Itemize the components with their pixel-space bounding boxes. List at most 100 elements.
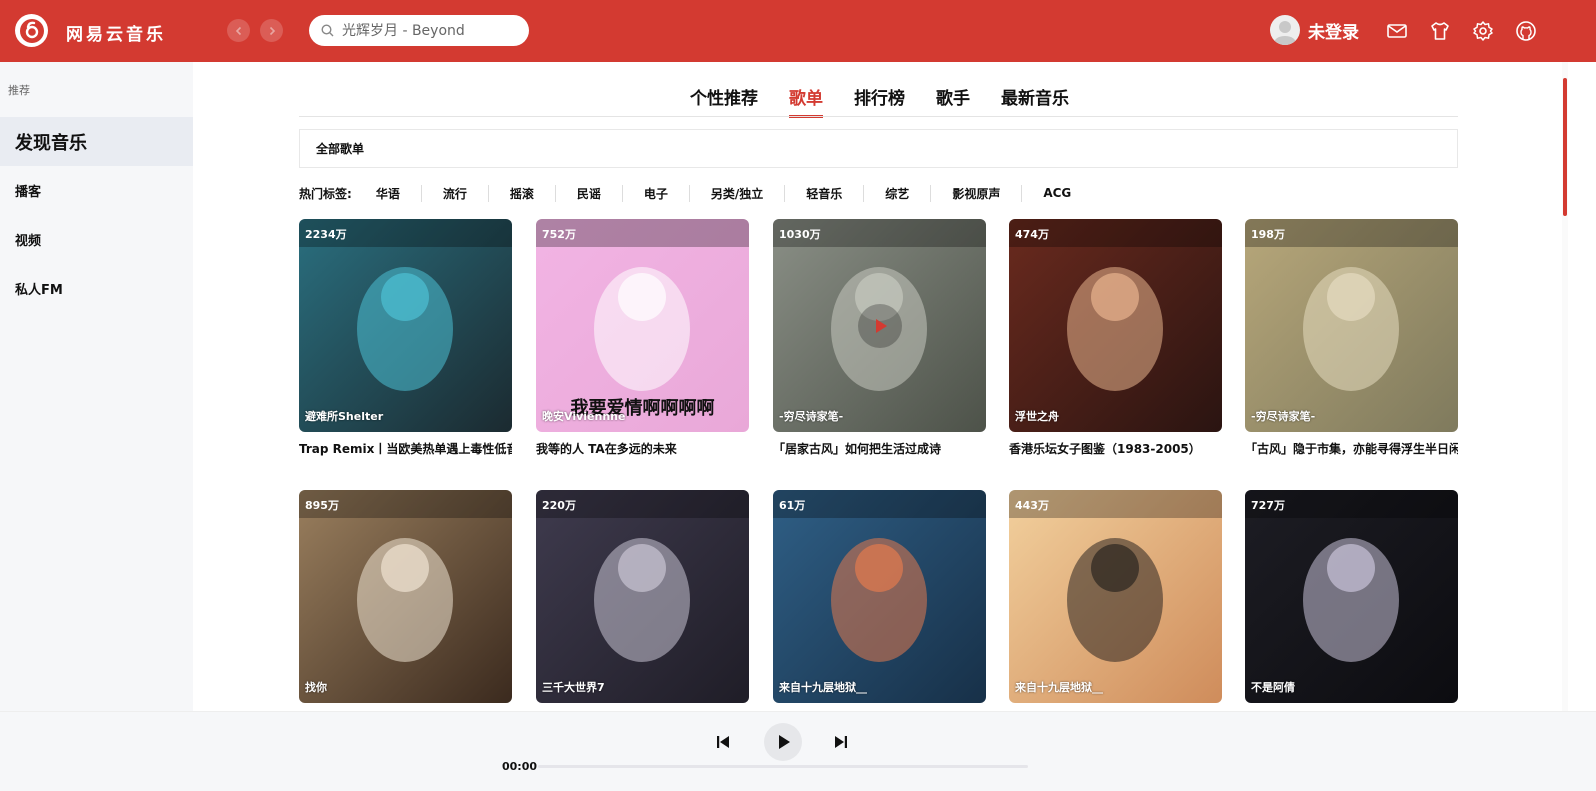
playlist-cover[interactable]: 895万 找你 (299, 490, 512, 703)
user-icon (1274, 21, 1296, 45)
play-button[interactable] (764, 723, 802, 761)
playlist-author: 浮世之舟 (1015, 410, 1059, 423)
tag-item[interactable]: 另类/独立 (690, 184, 786, 202)
tag-item[interactable]: 影视原声 (931, 184, 1023, 202)
tag-item[interactable]: 流行 (422, 184, 489, 202)
playlist-author: 不是阿倩 (1251, 681, 1295, 694)
playlist-cover[interactable]: 474万 浮世之舟 (1009, 219, 1222, 432)
tab-bar: 个性推荐 歌单 排行榜 歌手 最新音乐 (680, 84, 1100, 118)
skip-previous-icon (717, 736, 729, 748)
github-button[interactable] (1514, 19, 1538, 43)
search-input[interactable] (342, 22, 512, 39)
playlist-author: 找你 (305, 681, 327, 694)
previous-button[interactable] (712, 731, 734, 753)
scrollbar-thumb[interactable] (1563, 78, 1567, 216)
tag-item[interactable]: 民谣 (556, 184, 623, 202)
playlist-cover[interactable]: 2234万 避难所Shelter (299, 219, 512, 432)
play-count: 2234万 (299, 219, 512, 247)
forward-button[interactable] (260, 19, 283, 42)
github-icon (1516, 21, 1536, 41)
playlist-card[interactable]: 198万 -穷尽诗家笔- 「古风」隐于市集，亦能寻得浮生半日闲 (1245, 219, 1458, 457)
back-button[interactable] (227, 19, 250, 42)
play-count: 61万 (773, 490, 986, 518)
play-count: 220万 (536, 490, 749, 518)
user-login[interactable]: 未登录 (1270, 15, 1359, 45)
playlist-card[interactable]: 474万 浮世之舟香港乐坛女子图鉴（1983-2005） (1009, 219, 1222, 457)
sidebar-item-podcast[interactable]: 播客 (0, 166, 193, 215)
tag-item[interactable]: 综艺 (864, 184, 932, 202)
playlist-cover[interactable]: 220万 三千大世界7 (536, 490, 749, 703)
sidebar-item-private-fm[interactable]: 私人FM (0, 264, 193, 313)
cover-image (299, 219, 512, 432)
playlist-title[interactable]: 我等的人 TA在多远的未来 (536, 440, 749, 457)
netease-logo-icon (19, 18, 44, 43)
settings-button[interactable] (1471, 19, 1495, 43)
playlist-author: -穷尽诗家笔- (779, 410, 844, 423)
cover-image (1009, 490, 1222, 703)
playlist-author: 来自十九层地狱__ (779, 681, 867, 694)
app-name: 网易云音乐 (66, 25, 166, 45)
all-playlists-button[interactable]: 全部歌单 (299, 129, 1458, 168)
playlist-cover[interactable]: 443万 来自十九层地狱__ (1009, 490, 1222, 703)
cover-image (299, 490, 512, 703)
playlist-card[interactable]: 220万 三千大世界7 (536, 490, 749, 703)
tag-item[interactable]: 电子 (623, 184, 690, 202)
play-count: 1030万 (773, 219, 986, 247)
sidebar-item-discover-music[interactable]: 发现音乐 (0, 117, 193, 166)
playlist-author: 来自十九层地狱__ (1015, 681, 1103, 694)
tab-divider (299, 116, 1458, 117)
sidebar-item-video[interactable]: 视频 (0, 215, 193, 264)
all-playlists-label: 全部歌单 (316, 142, 365, 156)
tab-recommend[interactable]: 个性推荐 (690, 84, 758, 118)
tab-playlists[interactable]: 歌单 (789, 84, 823, 118)
playlist-cover[interactable]: 1030万 -穷尽诗家笔- (773, 219, 986, 432)
mail-button[interactable] (1385, 19, 1409, 43)
playlist-cover[interactable]: 61万来自十九层地狱__ (773, 490, 986, 703)
playlist-title[interactable]: 香港乐坛女子图鉴（1983-2005） (1009, 440, 1222, 457)
playlist-cover[interactable]: 752万 我要爱情啊啊啊啊 晚安Viviennne (536, 219, 749, 432)
tab-new-music[interactable]: 最新音乐 (1001, 84, 1069, 118)
mail-icon (1387, 24, 1407, 38)
playlist-card[interactable]: 1030万 -穷尽诗家笔- 「居家古风」如何把生活过成诗 (773, 219, 986, 457)
cover-image (1009, 219, 1222, 432)
current-time: 00:00 (502, 760, 538, 773)
shirt-icon (1431, 22, 1449, 40)
tab-artists[interactable]: 歌手 (936, 84, 970, 118)
playlist-cover[interactable]: 727万不是阿倩 (1245, 490, 1458, 703)
playlist-title[interactable]: 「居家古风」如何把生活过成诗 (773, 440, 986, 457)
playlist-title[interactable]: 「古风」隐于市集，亦能寻得浮生半日闲 (1245, 440, 1458, 457)
skin-button[interactable] (1428, 19, 1452, 43)
search-box[interactable] (309, 15, 529, 46)
tag-item[interactable]: ACG (1022, 186, 1092, 200)
hot-tags-label: 热门标签: (299, 186, 352, 201)
next-button[interactable] (830, 731, 852, 753)
playlist-cover[interactable]: 198万 -穷尽诗家笔- (1245, 219, 1458, 432)
cover-image (773, 490, 986, 703)
sidebar-section-title: 推荐 (8, 84, 30, 97)
play-count: 752万 (536, 219, 749, 247)
play-icon (876, 319, 887, 333)
play-count: 198万 (1245, 219, 1458, 247)
cover-image (536, 490, 749, 703)
player-bar: 00:00 (0, 711, 1596, 791)
playlist-author: -穷尽诗家笔- (1251, 410, 1316, 423)
cover-play-button[interactable] (858, 304, 902, 348)
app-logo[interactable] (15, 14, 48, 47)
playlist-title[interactable]: Trap Remix丨当欧美热单遇上毒性低音 (299, 440, 512, 457)
cover-image (1245, 490, 1458, 703)
play-count: 727万 (1245, 490, 1458, 518)
tag-item[interactable]: 华语 (366, 184, 422, 202)
playlist-card[interactable]: 2234万 避难所Shelter Trap Remix丨当欧美热单遇上毒性低音 (299, 219, 512, 457)
avatar (1270, 15, 1300, 45)
playlist-card[interactable]: 727万不是阿倩 (1245, 490, 1458, 703)
tag-item[interactable]: 轻音乐 (785, 184, 865, 202)
playlist-card[interactable]: 895万 找你 (299, 490, 512, 703)
playlist-card[interactable]: 443万 来自十九层地狱__ (1009, 490, 1222, 703)
progress-bar[interactable] (538, 765, 1028, 768)
playlist-card[interactable]: 61万来自十九层地狱__ (773, 490, 986, 703)
hot-tags: 热门标签: 华语 流行 摇滚 民谣 电子 另类/独立 轻音乐 综艺 影视原声 A… (299, 183, 1092, 203)
tag-item[interactable]: 摇滚 (489, 184, 556, 202)
tab-charts[interactable]: 排行榜 (854, 84, 905, 118)
playlist-card[interactable]: 752万 我要爱情啊啊啊啊 晚安Viviennne 我等的人 TA在多远的未来 (536, 219, 749, 457)
top-bar: 网易云音乐 未登录 (0, 0, 1596, 62)
